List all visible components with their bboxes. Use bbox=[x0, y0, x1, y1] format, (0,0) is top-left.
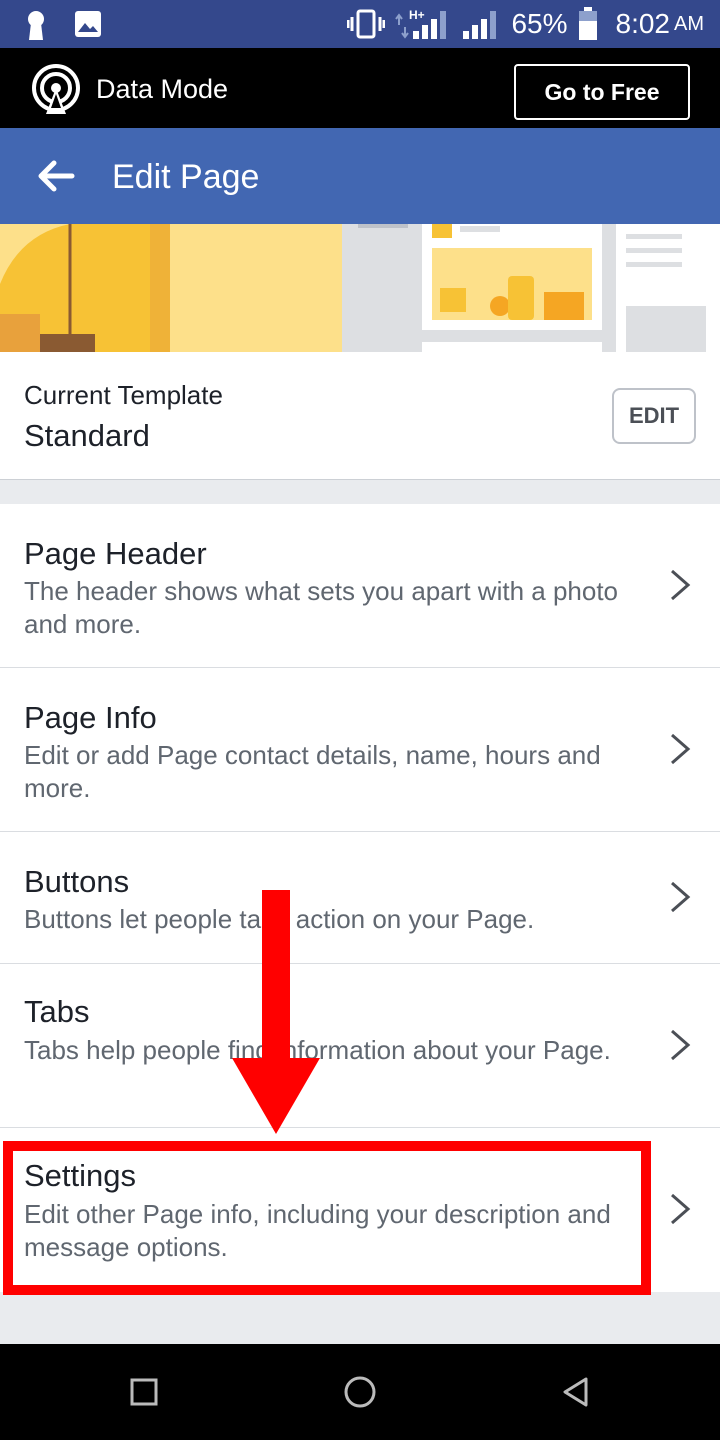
menu-item-description: Tabs help people find information about … bbox=[24, 1035, 611, 1065]
broadcast-icon bbox=[32, 64, 80, 114]
menu-item-title: Buttons bbox=[24, 864, 130, 899]
menu-item-settings[interactable]: Settings Edit other Page info, including… bbox=[0, 1128, 720, 1292]
menu-item-description: The header shows what sets you apart wit… bbox=[24, 576, 619, 639]
chevron-right-icon bbox=[671, 1193, 691, 1225]
menu-item-title: Tabs bbox=[24, 994, 90, 1029]
menu-item-description: Edit other Page info, including your des… bbox=[24, 1199, 611, 1262]
data-mode-bar: Data Mode Go to Free bbox=[0, 48, 720, 128]
current-template-label: Current Template bbox=[24, 380, 223, 410]
menu-item-title: Settings bbox=[24, 1158, 137, 1193]
edit-page-menu: Page Header The header shows what sets y… bbox=[0, 504, 720, 1292]
vibrate-icon bbox=[347, 9, 386, 39]
clock-time: 8:02 bbox=[615, 8, 671, 39]
template-banner-illustration bbox=[0, 224, 720, 352]
chevron-right-icon bbox=[671, 569, 691, 601]
network-type: H+ bbox=[409, 8, 425, 22]
menu-item-buttons[interactable]: Buttons Buttons let people take action o… bbox=[0, 832, 720, 964]
battery-icon bbox=[578, 7, 597, 40]
menu-item-title: Page Header bbox=[24, 536, 207, 571]
chevron-right-icon bbox=[671, 881, 691, 913]
menu-item-page-header[interactable]: Page Header The header shows what sets y… bbox=[0, 504, 720, 668]
current-template-value: Standard bbox=[24, 418, 150, 453]
menu-item-page-info[interactable]: Page Info Edit or add Page contact detai… bbox=[0, 668, 720, 832]
signal-icon-2 bbox=[463, 11, 497, 39]
image-icon bbox=[75, 11, 101, 37]
chevron-right-icon bbox=[671, 733, 691, 765]
menu-item-description: Buttons let people take action on your P… bbox=[24, 904, 535, 934]
back-nav-icon[interactable] bbox=[556, 1372, 596, 1412]
current-template-section: Current Template Standard EDIT bbox=[0, 352, 720, 480]
home-icon[interactable] bbox=[340, 1372, 380, 1412]
menu-item-description: Edit or add Page contact details, name, … bbox=[24, 740, 601, 803]
system-nav-bar bbox=[0, 1344, 720, 1440]
app-header: Edit Page bbox=[0, 128, 720, 224]
back-arrow-icon[interactable] bbox=[36, 156, 76, 196]
menu-item-title: Page Info bbox=[24, 700, 157, 735]
clock-ampm: AM bbox=[674, 12, 704, 35]
go-to-free-button[interactable]: Go to Free bbox=[514, 64, 690, 120]
keyhole-icon bbox=[28, 11, 44, 40]
menu-item-tabs[interactable]: Tabs Tabs help people find information a… bbox=[0, 964, 720, 1128]
chevron-right-icon bbox=[671, 1029, 691, 1061]
page-title: Edit Page bbox=[112, 158, 260, 196]
signal-icon: H+ bbox=[395, 8, 447, 39]
status-bar: H+ 65% 8:02 AM bbox=[0, 0, 720, 48]
battery-percent: 65% bbox=[511, 8, 568, 39]
recents-icon[interactable] bbox=[124, 1372, 164, 1412]
data-mode-label: Data Mode bbox=[96, 74, 229, 104]
edit-template-button[interactable]: EDIT bbox=[612, 388, 696, 444]
